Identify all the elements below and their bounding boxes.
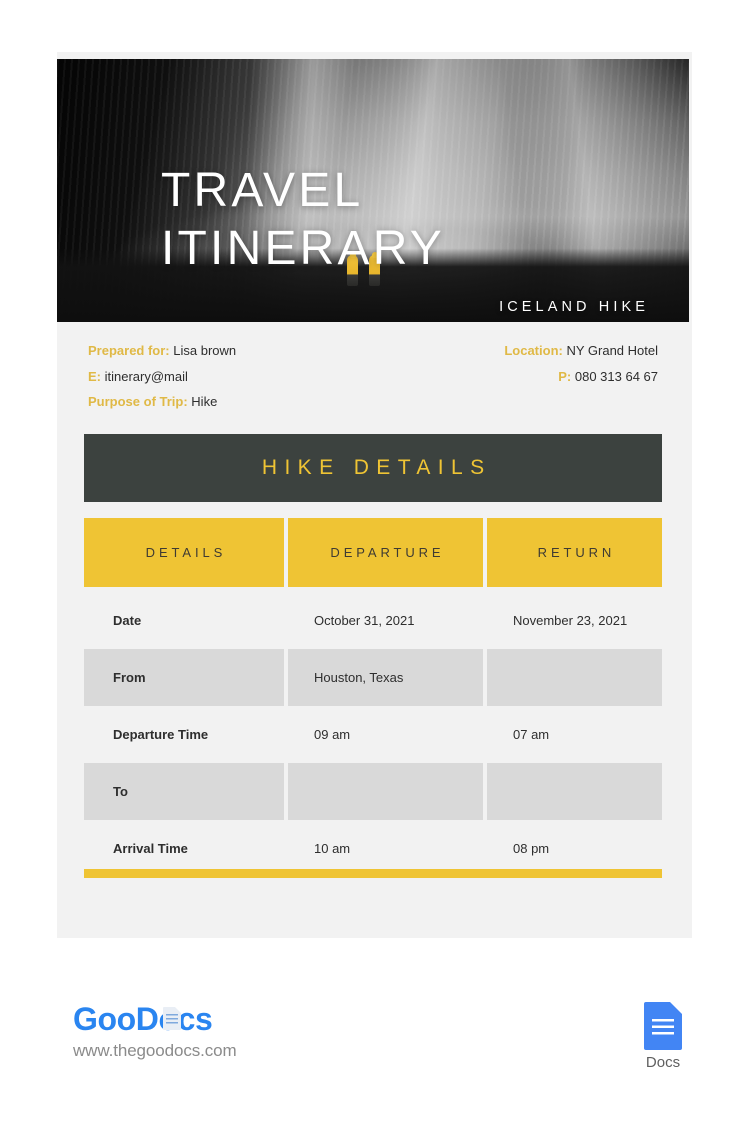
brand-name-text: GooDocs: [73, 1001, 213, 1037]
table-header-row: DETAILS DEPARTURE RETURN: [84, 518, 662, 587]
google-docs-label: Docs: [645, 1054, 681, 1071]
table-row: From Houston, Texas: [84, 649, 662, 706]
meta-value: Lisa brown: [173, 343, 237, 358]
page-footer: GooDocs www.thegoodocs.com Docs: [0, 988, 750, 1098]
hike-details-table: DETAILS DEPARTURE RETURN Date October 31…: [84, 518, 662, 877]
row-label: Date: [113, 613, 142, 628]
goodocs-branding: GooDocs www.thegoodocs.com: [73, 1002, 237, 1061]
document-page: TRAVEL ITINERARY ICELAND HIKE Millie & B…: [0, 0, 750, 1144]
column-header-departure: DEPARTURE: [288, 518, 483, 587]
meta-phone: P: 080 313 64 67: [558, 369, 658, 384]
row-label: From: [84, 649, 284, 706]
hero-banner: TRAVEL ITINERARY ICELAND HIKE Millie & B…: [57, 59, 689, 322]
meta-value: Hike: [191, 394, 218, 409]
meta-label: Purpose of Trip:: [88, 394, 188, 409]
row-return-value: [487, 763, 662, 820]
trip-name: ICELAND HIKE: [499, 299, 649, 315]
column-header-return: RETURN: [487, 518, 662, 587]
meta-label: Location:: [504, 343, 563, 358]
meta-location: Location: NY Grand Hotel: [504, 343, 658, 358]
meta-prepared-for: Prepared for: Lisa brown: [88, 343, 236, 358]
trip-meta: Prepared for: Lisa brown Location: NY Gr…: [88, 343, 658, 420]
row-departure-value: [288, 763, 483, 820]
hero-subtitle-block: ICELAND HIKE Millie & Bobbie Travels: [494, 299, 649, 322]
row-departure-value: October 31, 2021: [314, 613, 415, 628]
brand-url: www.thegoodocs.com: [73, 1041, 237, 1060]
table-row: To: [84, 763, 662, 820]
section-header-bar: HIKE DETAILS: [84, 434, 662, 502]
meta-row: Purpose of Trip: Hike: [88, 394, 658, 409]
meta-value: itinerary@mail: [104, 368, 188, 384]
meta-value: NY Grand Hotel: [566, 343, 658, 358]
meta-purpose: Purpose of Trip: Hike: [88, 394, 217, 409]
section-title: HIKE DETAILS: [261, 456, 492, 479]
row-return-value: November 23, 2021: [513, 613, 628, 628]
meta-email: E: itinerary@mail: [88, 369, 188, 384]
meta-label: E:: [88, 368, 101, 384]
google-docs-icon: [644, 1002, 682, 1050]
meta-label: P:: [558, 368, 572, 384]
row-return-value: 07 am: [513, 727, 550, 742]
row-departure-value: 09 am: [314, 727, 351, 742]
meta-row: Prepared for: Lisa brown Location: NY Gr…: [88, 343, 658, 358]
row-departure-value: Houston, Texas: [288, 649, 483, 706]
bottom-accent-bar: [84, 869, 662, 878]
row-return-value: [487, 649, 662, 706]
brand-name: GooDocs: [73, 1001, 213, 1037]
row-label: To: [84, 763, 284, 820]
meta-row: E: itinerary@mail P: 080 313 64 67: [88, 369, 658, 384]
meta-value: 080 313 64 67: [574, 368, 658, 384]
column-header-details: DETAILS: [84, 518, 284, 587]
page-title: TRAVEL ITINERARY: [161, 164, 445, 275]
meta-label: Prepared for:: [88, 343, 170, 358]
google-docs-badge: Docs: [632, 1002, 694, 1071]
document-icon: [163, 1007, 181, 1030]
table-row: Departure Time 09 am 07 am: [84, 706, 662, 763]
row-label: Departure Time: [113, 727, 209, 742]
table-row: Date October 31, 2021 November 23, 2021: [84, 592, 662, 649]
